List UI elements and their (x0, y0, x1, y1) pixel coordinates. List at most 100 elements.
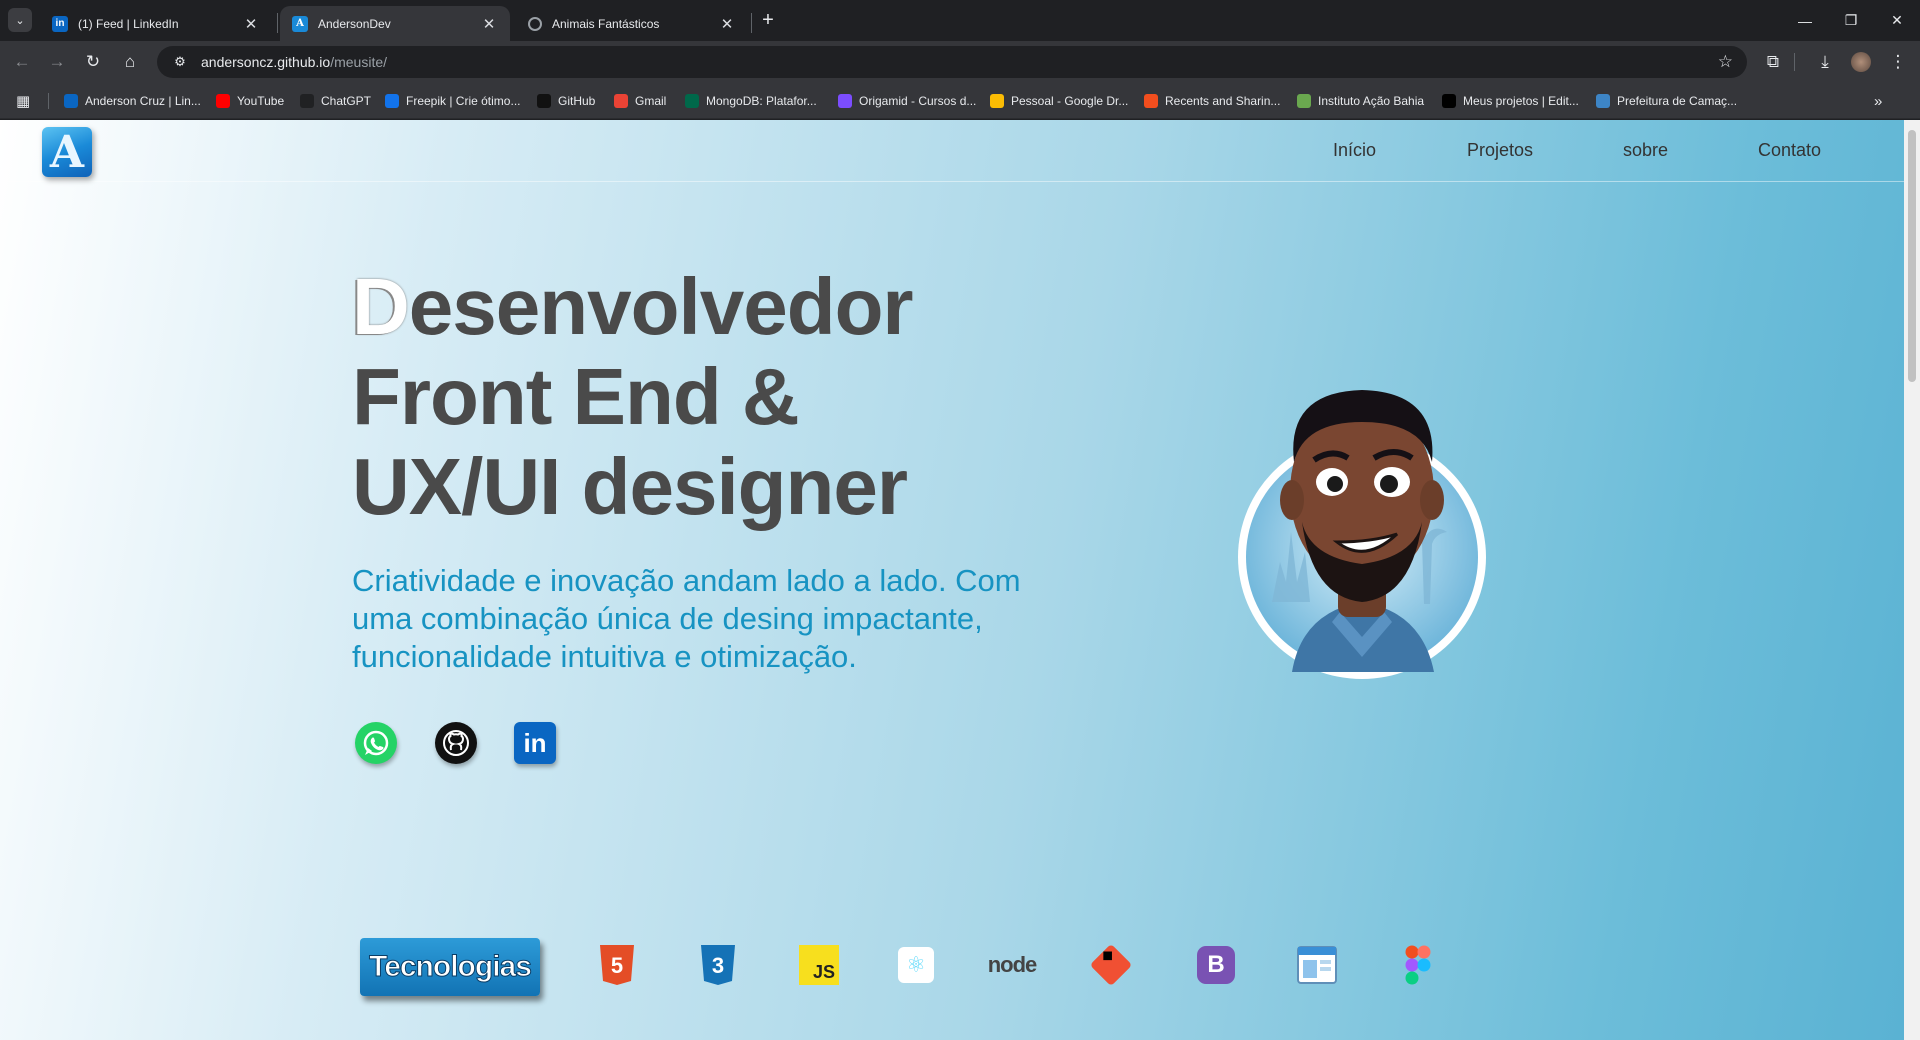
more-bookmarks-button[interactable]: » (1874, 92, 1882, 110)
gmail-icon (614, 94, 628, 108)
bookmark-item[interactable]: Freepik | Crie ótimo... (385, 92, 520, 110)
hero-title-line3: UX/UI designer (352, 442, 908, 531)
hero-title-line2: Front End & (352, 352, 800, 441)
nav-contato[interactable]: Contato (1758, 140, 1821, 161)
close-icon[interactable]: ✕ (718, 15, 736, 33)
hero-subtitle: Criatividade e inovação andam lado a lad… (352, 563, 1021, 674)
bookmark-label: Gmail (635, 94, 667, 108)
bookmark-item[interactable]: Prefeitura de Camaç... (1596, 92, 1737, 110)
new-tab-button[interactable]: + (756, 8, 780, 32)
apps-grid-icon: ▦ (16, 93, 31, 110)
bookmark-label: GitHub (558, 94, 596, 108)
puzzle-icon: ⧉ (1766, 52, 1780, 71)
bookmark-item[interactable]: Gmail (614, 92, 666, 110)
home-button[interactable]: ⌂ (116, 48, 144, 76)
bookmark-label: Origamid - Cursos d... (859, 94, 977, 108)
arrow-right-icon: → (48, 52, 66, 71)
git-icon: ◆ (1088, 942, 1134, 988)
profile-button[interactable] (1847, 48, 1875, 76)
plus-icon: + (762, 8, 774, 31)
react-icon: ⚛ (893, 942, 939, 988)
nav-inicio[interactable]: Início (1333, 140, 1376, 161)
linkedin-link[interactable]: in (514, 722, 556, 764)
tecnologias-badge: Tecnologias (360, 938, 540, 996)
bookmark-label: Freepik | Crie ótimo... (406, 94, 521, 108)
bookmarks-divider (48, 93, 49, 109)
github-icon (537, 94, 551, 108)
tab-search-button[interactable]: ⌄ (8, 8, 32, 32)
bookmark-item[interactable]: Origamid - Cursos d... (838, 92, 976, 110)
bookmark-item[interactable]: Recents and Sharin... (1144, 92, 1280, 110)
bookmark-item[interactable]: ChatGPT (300, 92, 371, 110)
bookmark-label: YouTube (237, 94, 285, 108)
hero-title: Desenvolvedor Front End & UX/UI designer (352, 262, 914, 532)
bootstrap-icon: B (1193, 942, 1239, 988)
downloads-button[interactable]: ⤓ (1811, 48, 1839, 76)
extensions-button[interactable]: ⧉ (1759, 48, 1787, 76)
avatar (1851, 52, 1871, 72)
bookmark-star-icon[interactable]: ☆ (1718, 52, 1733, 72)
site-logo[interactable]: A (42, 127, 92, 178)
bookmark-item[interactable]: GitHub (537, 92, 595, 110)
css3-icon: 3 (695, 942, 741, 988)
tab-title: (1) Feed | LinkedIn (78, 16, 179, 31)
bookmark-item[interactable]: Pessoal - Google Dr... (990, 92, 1128, 110)
tab-divider (277, 13, 278, 33)
linkedin-icon: in (523, 727, 547, 758)
whatsapp-icon (363, 730, 389, 756)
forward-button[interactable]: → (43, 48, 71, 76)
nav-sobre[interactable]: sobre (1623, 140, 1668, 161)
arrow-left-icon: ← (13, 52, 31, 71)
tab-animais[interactable]: Animais Fantásticos ✕ (516, 6, 748, 41)
more-vertical-icon: ⋮ (1889, 52, 1907, 71)
bookmark-item[interactable]: Instituto Ação Bahia (1297, 92, 1424, 110)
prefeitura-icon (1596, 94, 1610, 108)
site-header: A Início Projetos sobre Contato (0, 120, 1904, 182)
site-settings-icon[interactable]: ⚙ (171, 53, 189, 71)
back-button[interactable]: ← (8, 48, 36, 76)
bookmark-item[interactable]: YouTube (216, 92, 284, 110)
bookmark-label: Prefeitura de Camaç... (1617, 94, 1738, 108)
tab-andersondev[interactable]: A AndersonDev ✕ (280, 6, 510, 41)
origamid-icon (838, 94, 852, 108)
html5-icon: 5 (594, 942, 640, 988)
tab-linkedin[interactable]: in (1) Feed | LinkedIn ✕ (40, 6, 272, 41)
restore-button[interactable]: ❐ (1828, 0, 1874, 41)
close-icon[interactable]: ✕ (480, 15, 498, 33)
whatsapp-link[interactable] (355, 722, 397, 764)
github-link[interactable] (435, 722, 477, 764)
double-chevron-right-icon: » (1874, 92, 1883, 110)
minimize-button[interactable]: — (1782, 0, 1828, 41)
bookmark-item[interactable]: MongoDB: Platafor... (685, 92, 817, 110)
home-icon: ⌂ (124, 52, 136, 71)
bookmark-label: Instituto Ação Bahia (1318, 94, 1425, 108)
capcut-icon (1442, 94, 1456, 108)
close-icon[interactable]: ✕ (242, 15, 260, 33)
chatgpt-icon (300, 94, 314, 108)
nodejs-icon: node (987, 952, 1038, 977)
svg-text:3: 3 (712, 953, 724, 978)
menu-button[interactable]: ⋮ (1884, 48, 1912, 76)
mongodb-icon (685, 94, 699, 108)
page-scrollbar[interactable] (1904, 120, 1920, 1040)
bookmark-item[interactable]: Meus projetos | Edit... (1442, 92, 1579, 110)
bookmark-label: Meus projetos | Edit... (1463, 94, 1579, 108)
bookmark-label: Pessoal - Google Dr... (1011, 94, 1129, 108)
freepik-icon (385, 94, 399, 108)
site-logo-icon: A (292, 15, 308, 32)
github-icon (443, 730, 469, 756)
bookmark-label: Anderson Cruz | Lin... (85, 94, 201, 108)
nav-projetos[interactable]: Projetos (1467, 140, 1533, 161)
tab-title: AndersonDev (318, 16, 391, 31)
address-bar[interactable]: ⚙ andersoncz.github.io/meusite/ ☆ (157, 46, 1747, 78)
figma-icon (1395, 942, 1441, 988)
close-window-button[interactable]: ✕ (1874, 0, 1920, 41)
apps-button[interactable]: ▦ (16, 92, 30, 110)
bookmark-label: ChatGPT (321, 94, 372, 108)
linkedin-icon (64, 94, 78, 108)
scrollbar-thumb[interactable] (1908, 130, 1916, 382)
instituto-icon (1297, 94, 1311, 108)
reload-button[interactable]: ↻ (79, 48, 107, 76)
toolbar-divider (1794, 53, 1795, 71)
bookmark-item[interactable]: Anderson Cruz | Lin... (64, 92, 201, 110)
